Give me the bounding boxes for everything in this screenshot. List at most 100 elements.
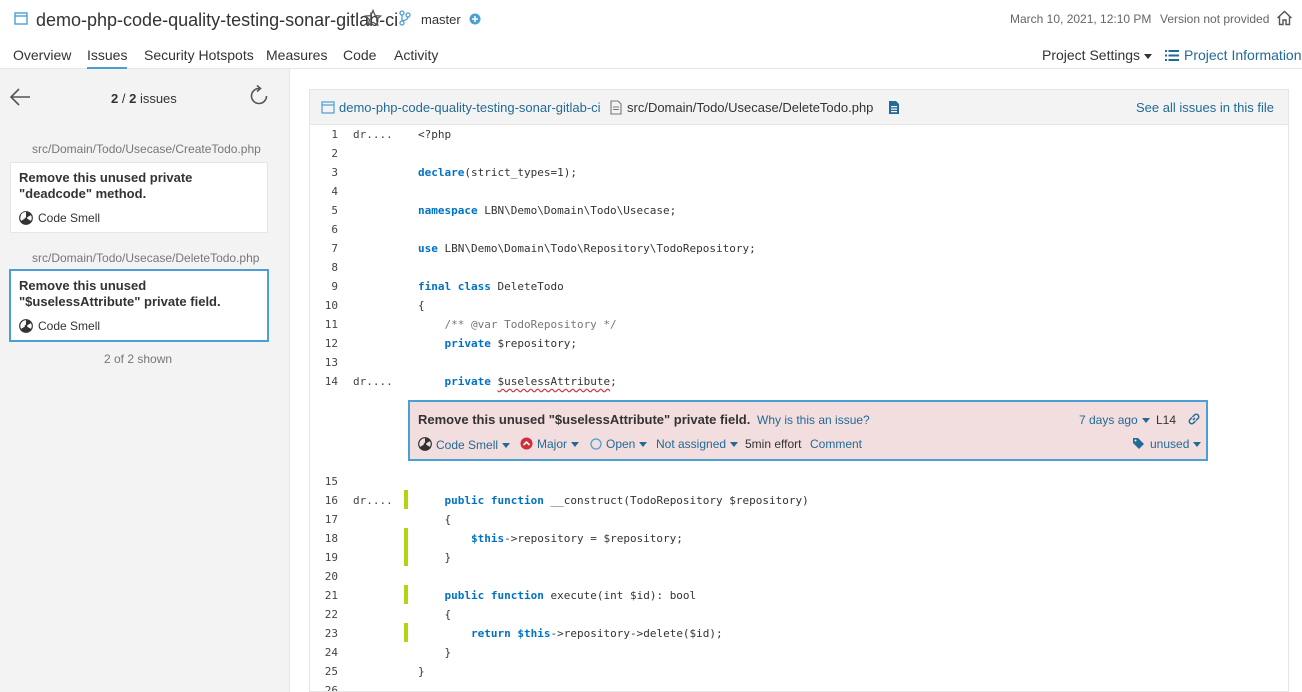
issue-message: Remove this unused "$uselessAttribute" p… (19, 278, 221, 309)
issue-assignee-dropdown[interactable]: Not assigned (656, 437, 739, 451)
tab-issues[interactable]: Issues (87, 47, 128, 69)
copy-path-icon[interactable] (888, 100, 900, 115)
issue-comment-link[interactable]: Comment (810, 437, 862, 451)
line-number[interactable]: 24 (310, 646, 338, 659)
tab-overview[interactable]: Overview (13, 47, 71, 63)
issue-count-total: 2 (129, 91, 137, 106)
issue-type: Code Smell (19, 211, 100, 225)
code-line: namespace LBN\Demo\Domain\Todo\Usecase; (418, 204, 677, 217)
line-number[interactable]: 4 (310, 185, 338, 198)
inline-issue-message: Remove this unused "$uselessAttribute" p… (418, 412, 751, 427)
line-number[interactable]: 11 (310, 318, 338, 331)
inline-issue-box[interactable]: Remove this unused "$uselessAttribute" p… (408, 400, 1208, 461)
issue-severity-value: Major (537, 437, 568, 451)
top-bar: demo-php-code-quality-testing-sonar-gitl… (0, 0, 1302, 40)
home-icon[interactable] (1276, 10, 1293, 26)
line-number[interactable]: 5 (310, 204, 338, 217)
project-icon (321, 101, 335, 114)
coverage-bar (404, 490, 408, 509)
why-is-this-an-issue-link[interactable]: Why is this an issue? (757, 413, 870, 427)
line-number[interactable]: 2 (310, 147, 338, 160)
code-smell-icon (418, 437, 432, 451)
line-number[interactable]: 19 (310, 551, 338, 564)
line-number[interactable]: 23 (310, 627, 338, 640)
code-line: private $uselessAttribute; (444, 375, 617, 388)
tab-activity[interactable]: Activity (394, 47, 438, 63)
issue-effort: 5min effort (745, 437, 802, 451)
line-number[interactable]: 1 (310, 128, 338, 141)
issue-status-dropdown[interactable]: Open (590, 437, 648, 451)
code-line: <?php (418, 128, 452, 141)
project-settings-label: Project Settings (1042, 47, 1141, 63)
code-line: { (418, 608, 452, 621)
issue-count-current: 2 (111, 91, 119, 106)
branch-info-icon[interactable] (469, 13, 481, 25)
chevron-down-icon (1193, 442, 1202, 448)
issue-tags-dropdown[interactable]: unused (1132, 437, 1202, 451)
line-number[interactable]: 7 (310, 242, 338, 255)
project-nav: Overview Issues Security Hotspots Measur… (0, 40, 1302, 69)
code-line: { (418, 513, 452, 526)
see-all-issues-link[interactable]: See all issues in this file (1136, 100, 1274, 115)
line-number[interactable]: 3 (310, 166, 338, 179)
code-smell-icon (19, 211, 33, 225)
coverage-bar (404, 623, 408, 642)
tab-code[interactable]: Code (343, 47, 376, 63)
viewer-file-path: src/Domain/Todo/Usecase/DeleteTodo.php (627, 100, 874, 115)
line-number[interactable]: 16 (310, 494, 338, 507)
line-number[interactable]: 20 (310, 570, 338, 583)
version-text: Version not provided (1160, 12, 1270, 26)
scm-author[interactable]: dr.... (353, 128, 393, 141)
issues-sidebar: 2 / 2 issues src/Domain/Todo/Usecase/Cre… (0, 69, 290, 692)
project-title[interactable]: demo-php-code-quality-testing-sonar-gitl… (36, 10, 398, 31)
line-number[interactable]: 15 (310, 475, 338, 488)
tab-measures[interactable]: Measures (266, 47, 327, 63)
chevron-down-icon (639, 442, 648, 448)
list-icon (1165, 50, 1179, 61)
code-line: } (418, 551, 452, 564)
permalink-icon[interactable] (1187, 412, 1201, 426)
source-viewer: demo-php-code-quality-testing-sonar-gitl… (309, 89, 1289, 692)
coverage-bar (404, 585, 408, 604)
line-number[interactable]: 6 (310, 223, 338, 236)
code-line: } (418, 665, 425, 678)
line-number[interactable]: 14 (310, 375, 338, 388)
tab-security-hotspots[interactable]: Security Hotspots (144, 47, 254, 63)
issue-type-dropdown[interactable]: Code Smell (418, 437, 511, 452)
issue-age-dropdown[interactable]: 7 days ago (1079, 413, 1150, 427)
issue-severity-dropdown[interactable]: Major (520, 437, 580, 451)
project-information-link[interactable]: Project Information (1165, 47, 1302, 63)
tag-icon (1133, 438, 1144, 449)
line-number[interactable]: 18 (310, 532, 338, 545)
branch-name[interactable]: master (421, 12, 461, 27)
scm-author[interactable]: dr.... (353, 494, 393, 507)
line-number[interactable]: 22 (310, 608, 338, 621)
line-number[interactable]: 9 (310, 280, 338, 293)
issue-type-value: Code Smell (436, 438, 499, 452)
line-number[interactable]: 12 (310, 337, 338, 350)
code-line: public function execute(int $id): bool (444, 589, 697, 602)
refresh-icon[interactable] (248, 85, 270, 107)
viewer-project-link[interactable]: demo-php-code-quality-testing-sonar-gitl… (339, 100, 601, 115)
line-number[interactable]: 8 (310, 261, 338, 274)
issue-age: 7 days ago (1079, 413, 1138, 427)
issue-card-selected[interactable]: Remove this unused "$uselessAttribute" p… (9, 269, 269, 342)
scm-author[interactable]: dr.... (353, 375, 393, 388)
line-number[interactable]: 10 (310, 299, 338, 312)
line-number[interactable]: 21 (310, 589, 338, 602)
code-line: $this->repository = $repository; (470, 532, 683, 545)
project-settings-menu[interactable]: Project Settings (1042, 47, 1153, 63)
star-icon[interactable] (364, 9, 382, 27)
code-line: use LBN\Demo\Domain\Todo\Repository\Todo… (418, 242, 756, 255)
major-severity-icon (520, 437, 533, 450)
shown-count: 2 of 2 shown (104, 352, 173, 366)
line-number[interactable]: 13 (310, 356, 338, 369)
back-arrow-icon[interactable] (9, 87, 31, 107)
project-information-label: Project Information (1184, 47, 1302, 63)
branch-icon (399, 10, 411, 26)
line-number[interactable]: 26 (310, 684, 338, 691)
code-line: private $repository; (444, 337, 577, 350)
line-number[interactable]: 17 (310, 513, 338, 526)
line-number[interactable]: 25 (310, 665, 338, 678)
issue-card[interactable]: Remove this unused private "deadcode" me… (10, 162, 268, 233)
